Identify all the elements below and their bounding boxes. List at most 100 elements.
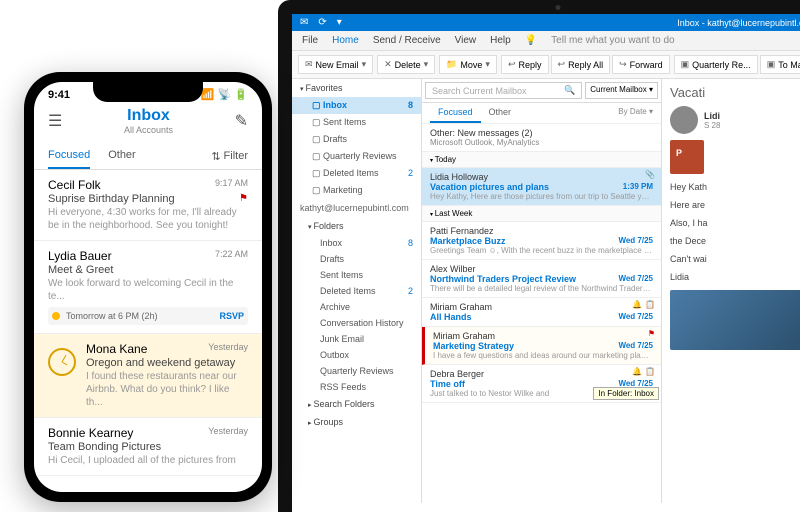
group-last-week[interactable]: Last Week [422,206,661,222]
nav-item-sent-items[interactable]: ▢ Sent Items [292,114,421,131]
message-item[interactable]: Patti FernandezMarketplace BuzzWed 7/25G… [422,222,661,260]
search-icon: 🔍 [564,85,575,96]
outlook-desktop: ✉ ⟳ ▾ Inbox - kathyt@lucernepubintl.com … [292,14,800,512]
favorites-header[interactable]: Favorites [292,79,421,97]
search-input[interactable]: Search Current Mailbox🔍 [425,82,582,99]
dropdown-icon[interactable]: ▾ [337,17,342,28]
tab-send-receive[interactable]: Send / Receive [373,35,441,46]
laptop-frame: ✉ ⟳ ▾ Inbox - kathyt@lucernepubintl.com … [278,0,800,512]
window-title: Inbox - kathyt@lucernepubintl.com [677,18,800,28]
nav-item-drafts[interactable]: ▢ Drafts [292,131,421,148]
laptop-camera [556,5,561,10]
filter-icon: ⇅ [211,150,220,163]
phone-tab-focused[interactable]: Focused [48,143,90,169]
forward-button[interactable]: ↪Forward [612,55,670,74]
phone-title: Inbox [62,107,234,125]
wifi-icon: 📡 [218,88,232,101]
signal-icon: 📶 [201,88,215,101]
folders-header[interactable]: Folders [292,217,421,235]
folder-rss-feeds[interactable]: RSS Feeds [292,379,421,395]
search-scope[interactable]: Current Mailbox ▾ [585,82,658,99]
bell-icon: 🔔 [632,300,642,309]
folder-junk-email[interactable]: Junk Email [292,331,421,347]
nav-item-quarterly-reviews[interactable]: ▢ Quarterly Reviews [292,148,421,165]
message-item[interactable]: 🔔📋Debra BergerTime offWed 7/25Just talke… [422,365,661,403]
nav-item-inbox[interactable]: ▢ Inbox8 [292,97,421,114]
folder-drafts[interactable]: Drafts [292,251,421,267]
hamburger-icon[interactable]: ☰ [48,111,62,131]
list-tab-other[interactable]: Other [481,103,520,123]
search-folders-header[interactable]: Search Folders [292,395,421,413]
quick-step-1[interactable]: ▣Quarterly Re... [674,55,758,74]
tab-view[interactable]: View [455,35,477,46]
reply-icon: ↩ [508,59,516,70]
quick-icon[interactable]: ⟳ [318,17,326,28]
ribbon-buttons: ✉New Email▾ ✕Delete▾ 📁Move▾ ↩Reply ↩Repl… [292,51,800,79]
read-body: Hey KathHere areAlso, I hathe DeceCan't … [670,182,800,282]
phone-message[interactable]: Lydia Bauer7:22 AMMeet & GreetWe look fo… [34,241,262,334]
reply-all-icon: ↩ [558,59,566,70]
phone-message[interactable]: Bonnie KearneyYesterdayTeam Bonding Pict… [34,418,262,476]
phone-subtitle: All Accounts [62,125,234,135]
paperclip-icon: 📎 [645,170,655,179]
filter-button[interactable]: ⇅Filter [211,143,248,169]
rsvp-button[interactable]: RSVP [219,311,244,321]
other-new-messages[interactable]: Other: New messages (2) Microsoft Outloo… [422,124,661,152]
tell-me-input[interactable]: Tell me what you want to do [551,35,674,46]
reply-button[interactable]: ↩Reply [501,55,549,74]
folder-inbox[interactable]: Inbox8 [292,235,421,251]
message-item[interactable]: Alex WilberNorthwind Traders Project Rev… [422,260,661,298]
read-subject: Vacati [670,85,800,100]
flag-icon: ⚑ [648,329,655,338]
tab-home[interactable]: Home [332,35,359,46]
nav-item-marketing[interactable]: ▢ Marketing [292,182,421,199]
message-item[interactable]: 🔔📋Miriam GrahamAll HandsWed 7/25 [422,298,661,327]
move-button[interactable]: 📁Move▾ [439,55,497,74]
folder-quarterly-reviews[interactable]: Quarterly Reviews [292,363,421,379]
forward-icon: ↪ [619,59,627,70]
tab-file[interactable]: File [302,35,318,46]
message-item[interactable]: 📎Lidia HollowayVacation pictures and pla… [422,168,661,206]
reply-all-button[interactable]: ↩Reply All [551,55,611,74]
envelope-icon: ✉ [305,59,313,70]
folder-deleted-items[interactable]: Deleted Items2 [292,283,421,299]
folder-archive[interactable]: Archive [292,299,421,315]
compose-icon[interactable]: ✎ [235,111,248,131]
phone-message[interactable]: Cecil Folk9:17 AMSuprise Birthday Planni… [34,170,262,241]
list-tab-focused[interactable]: Focused [430,103,481,123]
groups-header[interactable]: Groups [292,413,421,431]
folder-tooltip: In Folder: Inbox [593,387,659,400]
new-email-button[interactable]: ✉New Email▾ [298,55,373,74]
account-header[interactable]: kathyt@lucernepubintl.com [292,199,421,217]
clock-icon [48,348,76,376]
powerpoint-attachment[interactable] [670,140,704,174]
delete-button[interactable]: ✕Delete▾ [377,55,435,74]
sender-avatar[interactable] [670,106,698,134]
phone-tab-other[interactable]: Other [108,143,136,169]
quick-step-2[interactable]: ▣To Manager [760,55,800,74]
bell-icon: 🔔 [632,367,642,376]
folder-sent-items[interactable]: Sent Items [292,267,421,283]
clipboard-icon: 📋 [645,367,655,376]
folder-conversation-history[interactable]: Conversation History [292,315,421,331]
reading-pane: Vacati Lidi S 28 Hey KathHere areAlso, I… [662,79,800,503]
read-from: Lidi [704,111,720,121]
sort-button[interactable]: By Date ▾ [618,103,653,123]
group-today[interactable]: Today [422,152,661,168]
folder-outbox[interactable]: Outbox [292,347,421,363]
trash-icon: ✕ [384,59,392,70]
message-item[interactable]: ⚑Miriam GrahamMarketing StrategyWed 7/25… [422,327,661,365]
nav-item-deleted-items[interactable]: ▢ Deleted Items2 [292,165,421,182]
phone-notch [93,82,203,102]
tab-help[interactable]: Help [490,35,511,46]
lightbulb-icon: 💡 [525,35,537,46]
window-titlebar: ✉ ⟳ ▾ Inbox - kathyt@lucernepubintl.com [292,14,800,31]
mail-icon[interactable]: ✉ [300,17,308,28]
ribbon-tabs: File Home Send / Receive View Help 💡 Tel… [292,31,800,51]
status-dot [52,312,60,320]
message-list: Search Current Mailbox🔍 Current Mailbox … [422,79,662,503]
flag-icon: ⚑ [239,193,248,204]
calendar-message[interactable]: Mona KaneYesterdayOregon and weekend get… [34,334,262,418]
battery-icon: 🔋 [234,88,248,101]
status-time: 9:41 [48,89,70,101]
